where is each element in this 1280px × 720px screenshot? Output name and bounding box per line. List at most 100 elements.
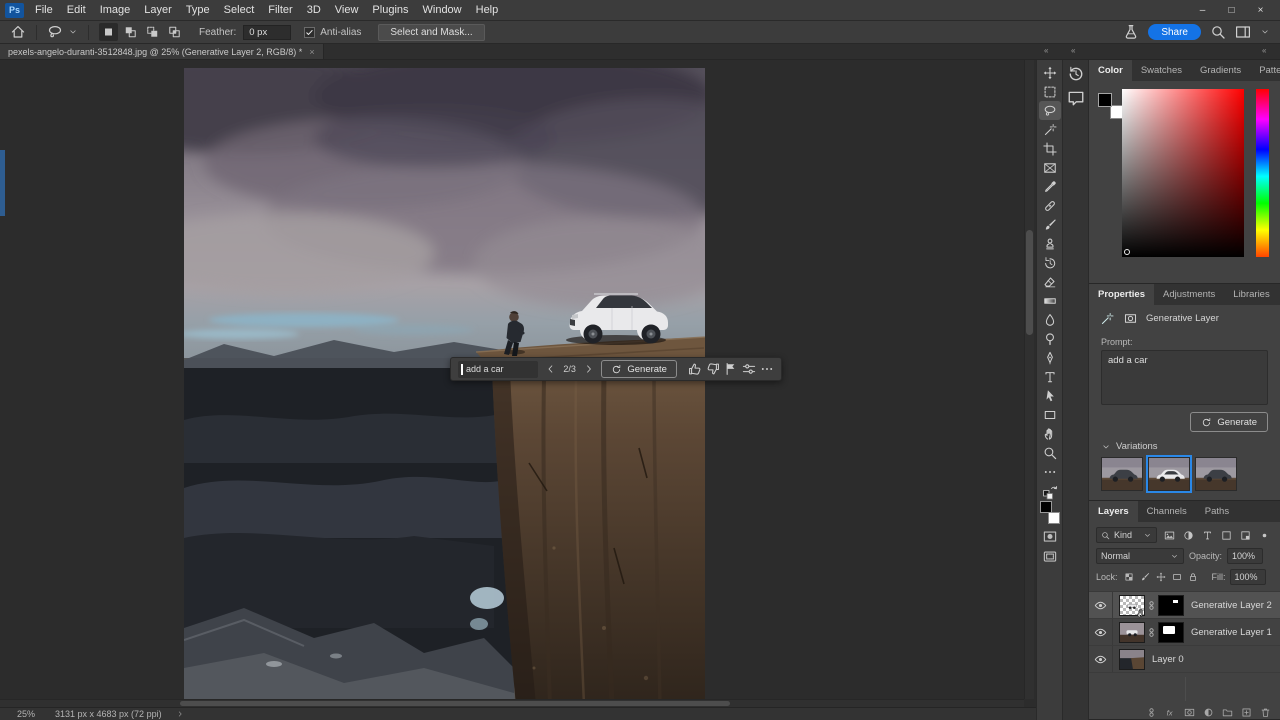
- edit-toolbar-button[interactable]: [1039, 462, 1061, 481]
- layer-mask-thumbnail[interactable]: [1158, 594, 1184, 616]
- link-layers-button[interactable]: [1146, 707, 1157, 718]
- visibility-toggle[interactable]: [1089, 592, 1113, 618]
- minimize-button[interactable]: –: [1188, 5, 1217, 16]
- filter-pixel-layers[interactable]: [1161, 528, 1178, 543]
- filter-type-layers[interactable]: [1199, 528, 1216, 543]
- background-color-swatch[interactable]: [1047, 512, 1060, 524]
- tab-color-swatches[interactable]: Swatches: [1132, 60, 1191, 81]
- layer-name[interactable]: Generative Layer 2: [1191, 600, 1272, 611]
- lock-transparency[interactable]: [1122, 571, 1136, 584]
- tab-prop-adjustments[interactable]: Adjustments: [1154, 284, 1224, 305]
- tech-preview-icon[interactable]: [1123, 24, 1139, 40]
- healing-brush-tool[interactable]: [1039, 196, 1061, 215]
- layer-row[interactable]: Generative Layer 1: [1089, 619, 1280, 646]
- layer-row[interactable]: Generative Layer 2: [1089, 592, 1280, 619]
- tab-layers-layers[interactable]: Layers: [1089, 501, 1138, 522]
- saturation-brightness-field[interactable]: [1122, 89, 1244, 257]
- crop-tool[interactable]: [1039, 139, 1061, 158]
- collapse-strip-chevron[interactable]: «: [1071, 46, 1076, 55]
- hand-tool[interactable]: [1039, 424, 1061, 443]
- menu-window[interactable]: Window: [416, 4, 469, 16]
- prompt-textarea[interactable]: add a car: [1101, 350, 1268, 405]
- marquee-tool[interactable]: [1039, 82, 1061, 101]
- layer-filter-dropdown[interactable]: Kind: [1096, 527, 1157, 543]
- layer-name[interactable]: Layer 0: [1152, 654, 1184, 665]
- tab-layers-channels[interactable]: Channels: [1138, 501, 1196, 522]
- shape-tool[interactable]: [1039, 405, 1061, 424]
- adjustment-layer-button[interactable]: [1203, 707, 1214, 718]
- lock-position[interactable]: [1154, 571, 1168, 584]
- variation-2[interactable]: [1146, 455, 1192, 493]
- intersect-selection-mode[interactable]: [165, 23, 184, 41]
- layer-name[interactable]: Generative Layer 1: [1191, 627, 1272, 638]
- report-button[interactable]: [724, 362, 738, 376]
- menu-help[interactable]: Help: [469, 4, 506, 16]
- path-selection-tool[interactable]: [1039, 386, 1061, 405]
- close-button[interactable]: ×: [1246, 5, 1275, 16]
- zoom-level[interactable]: 25%: [17, 709, 55, 719]
- lock-artboard[interactable]: [1170, 571, 1184, 584]
- collapse-toolbar-chevron[interactable]: «: [1044, 46, 1049, 55]
- more-options-button[interactable]: [760, 362, 774, 376]
- horizontal-scrollbar[interactable]: [0, 699, 1024, 707]
- lasso-tool-icon[interactable]: [47, 24, 63, 40]
- collapse-dock-chevron[interactable]: «: [1262, 46, 1267, 55]
- layer-thumbnail[interactable]: [1119, 648, 1145, 670]
- app-logo-icon[interactable]: Ps: [5, 2, 24, 18]
- screen-mode-button[interactable]: [1042, 549, 1058, 564]
- feather-input[interactable]: 0 px: [243, 24, 292, 40]
- history-panel-button[interactable]: [1067, 65, 1085, 83]
- eyedropper-tool[interactable]: [1039, 177, 1061, 196]
- history-brush-tool[interactable]: [1039, 253, 1061, 272]
- delete-layer-button[interactable]: [1260, 707, 1271, 718]
- gradient-tool[interactable]: [1039, 291, 1061, 310]
- hue-slider[interactable]: [1256, 89, 1269, 257]
- menu-plugins[interactable]: Plugins: [365, 4, 415, 16]
- layer-style-button[interactable]: fx: [1165, 707, 1176, 718]
- layer-thumbnail[interactable]: [1119, 621, 1145, 643]
- menu-3d[interactable]: 3D: [300, 4, 328, 16]
- tab-color-color[interactable]: Color: [1089, 60, 1132, 81]
- lasso-tool[interactable]: [1038, 101, 1061, 120]
- scrollbar-thumb[interactable]: [1026, 230, 1033, 335]
- tab-prop-properties[interactable]: Properties: [1089, 284, 1154, 305]
- thumbs-up-button[interactable]: [688, 362, 702, 376]
- tab-prop-libraries[interactable]: Libraries: [1224, 284, 1278, 305]
- document-tab[interactable]: pexels-angelo-duranti-3512848.jpg @ 25% …: [0, 44, 324, 59]
- opacity-dropdown[interactable]: 100%: [1227, 548, 1264, 564]
- canvas-area[interactable]: add a car 2/3 Generate 25% 3131 px x 468…: [0, 60, 1036, 720]
- menu-edit[interactable]: Edit: [60, 4, 93, 16]
- fg-bg-swatches[interactable]: [1098, 93, 1124, 119]
- select-and-mask-button[interactable]: Select and Mask...: [378, 23, 485, 41]
- brush-tool[interactable]: [1039, 215, 1061, 234]
- menu-type[interactable]: Type: [179, 4, 217, 16]
- foreground-color-swatch[interactable]: [1039, 501, 1052, 513]
- new-layer-button[interactable]: [1241, 707, 1252, 718]
- close-tab-icon[interactable]: ×: [309, 47, 314, 57]
- subtract-selection-mode[interactable]: [143, 23, 162, 41]
- add-selection-mode[interactable]: [121, 23, 140, 41]
- menu-filter[interactable]: Filter: [261, 4, 299, 16]
- chevron-down-icon[interactable]: [68, 27, 78, 37]
- workspace-icon[interactable]: [1235, 24, 1251, 40]
- swap-colors-icon[interactable]: [1042, 484, 1058, 500]
- fill-dropdown[interactable]: 100%: [1229, 569, 1266, 585]
- quick-mask-button[interactable]: [1042, 529, 1058, 544]
- settings-button[interactable]: [742, 362, 756, 376]
- scrollbar-thumb[interactable]: [180, 701, 730, 706]
- filter-shape-layers[interactable]: [1218, 528, 1235, 543]
- tab-color-patterns[interactable]: Patterns: [1250, 60, 1280, 81]
- thumbs-down-button[interactable]: [706, 362, 720, 376]
- lock-all[interactable]: [1186, 571, 1200, 584]
- home-icon[interactable]: [10, 24, 26, 40]
- status-chevron-icon[interactable]: [176, 710, 184, 718]
- lock-pixels[interactable]: [1138, 571, 1152, 584]
- menu-view[interactable]: View: [328, 4, 366, 16]
- anti-alias-checkbox[interactable]: [304, 26, 316, 38]
- clone-stamp-tool[interactable]: [1039, 234, 1061, 253]
- menu-layer[interactable]: Layer: [137, 4, 179, 16]
- chevron-down-icon[interactable]: [1260, 27, 1270, 37]
- maximize-button[interactable]: □: [1217, 5, 1246, 16]
- menu-file[interactable]: File: [28, 4, 60, 16]
- variation-3[interactable]: [1195, 457, 1237, 491]
